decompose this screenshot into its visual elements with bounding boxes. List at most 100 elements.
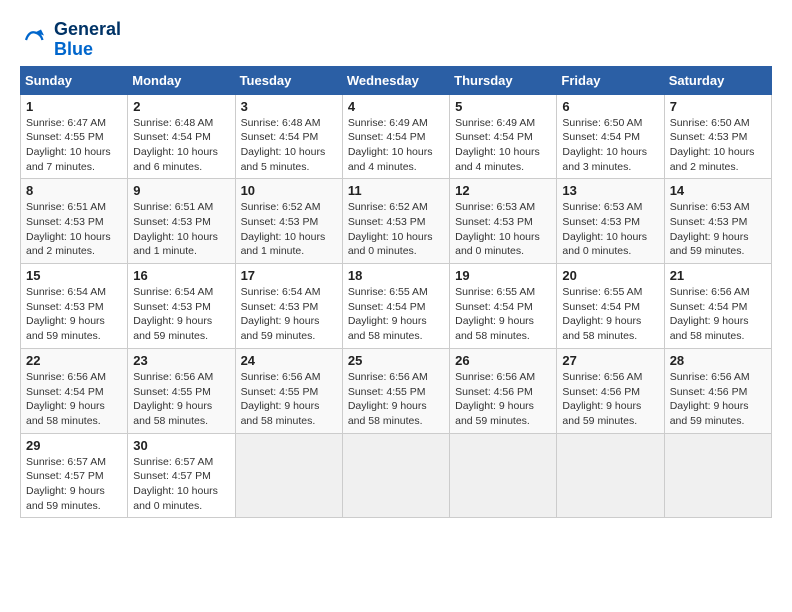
day-number: 6 <box>562 99 658 114</box>
day-number: 5 <box>455 99 551 114</box>
day-info: Sunrise: 6:56 AMSunset: 4:54 PMDaylight:… <box>670 285 766 344</box>
day-cell: 3 Sunrise: 6:48 AMSunset: 4:54 PMDayligh… <box>235 94 342 179</box>
day-info: Sunrise: 6:56 AMSunset: 4:55 PMDaylight:… <box>241 370 337 429</box>
day-number: 30 <box>133 438 229 453</box>
day-info: Sunrise: 6:50 AMSunset: 4:53 PMDaylight:… <box>670 116 766 175</box>
day-header-wednesday: Wednesday <box>342 66 449 94</box>
day-header-sunday: Sunday <box>21 66 128 94</box>
day-number: 24 <box>241 353 337 368</box>
day-info: Sunrise: 6:56 AMSunset: 4:56 PMDaylight:… <box>670 370 766 429</box>
day-cell: 12 Sunrise: 6:53 AMSunset: 4:53 PMDaylig… <box>450 179 557 264</box>
day-number: 22 <box>26 353 122 368</box>
day-info: Sunrise: 6:56 AMSunset: 4:54 PMDaylight:… <box>26 370 122 429</box>
day-cell: 10 Sunrise: 6:52 AMSunset: 4:53 PMDaylig… <box>235 179 342 264</box>
day-info: Sunrise: 6:47 AMSunset: 4:55 PMDaylight:… <box>26 116 122 175</box>
day-info: Sunrise: 6:50 AMSunset: 4:54 PMDaylight:… <box>562 116 658 175</box>
day-cell: 20 Sunrise: 6:55 AMSunset: 4:54 PMDaylig… <box>557 264 664 349</box>
day-info: Sunrise: 6:57 AMSunset: 4:57 PMDaylight:… <box>133 455 229 514</box>
day-cell: 15 Sunrise: 6:54 AMSunset: 4:53 PMDaylig… <box>21 264 128 349</box>
day-cell: 5 Sunrise: 6:49 AMSunset: 4:54 PMDayligh… <box>450 94 557 179</box>
day-number: 21 <box>670 268 766 283</box>
day-cell: 7 Sunrise: 6:50 AMSunset: 4:53 PMDayligh… <box>664 94 771 179</box>
day-number: 7 <box>670 99 766 114</box>
day-info: Sunrise: 6:56 AMSunset: 4:56 PMDaylight:… <box>455 370 551 429</box>
day-info: Sunrise: 6:54 AMSunset: 4:53 PMDaylight:… <box>133 285 229 344</box>
day-cell: 6 Sunrise: 6:50 AMSunset: 4:54 PMDayligh… <box>557 94 664 179</box>
day-cell: 13 Sunrise: 6:53 AMSunset: 4:53 PMDaylig… <box>557 179 664 264</box>
day-info: Sunrise: 6:53 AMSunset: 4:53 PMDaylight:… <box>562 200 658 259</box>
logo-text: General Blue <box>54 20 121 60</box>
calendar-table: SundayMondayTuesdayWednesdayThursdayFrid… <box>20 66 772 519</box>
day-header-tuesday: Tuesday <box>235 66 342 94</box>
day-number: 27 <box>562 353 658 368</box>
day-cell: 14 Sunrise: 6:53 AMSunset: 4:53 PMDaylig… <box>664 179 771 264</box>
day-header-friday: Friday <box>557 66 664 94</box>
day-number: 11 <box>348 183 444 198</box>
week-row-1: 1 Sunrise: 6:47 AMSunset: 4:55 PMDayligh… <box>21 94 772 179</box>
day-info: Sunrise: 6:52 AMSunset: 4:53 PMDaylight:… <box>241 200 337 259</box>
day-info: Sunrise: 6:49 AMSunset: 4:54 PMDaylight:… <box>455 116 551 175</box>
week-row-2: 8 Sunrise: 6:51 AMSunset: 4:53 PMDayligh… <box>21 179 772 264</box>
day-info: Sunrise: 6:54 AMSunset: 4:53 PMDaylight:… <box>26 285 122 344</box>
header: General Blue <box>20 20 772 60</box>
day-info: Sunrise: 6:55 AMSunset: 4:54 PMDaylight:… <box>455 285 551 344</box>
day-number: 1 <box>26 99 122 114</box>
day-cell: 28 Sunrise: 6:56 AMSunset: 4:56 PMDaylig… <box>664 348 771 433</box>
day-number: 29 <box>26 438 122 453</box>
day-cell: 21 Sunrise: 6:56 AMSunset: 4:54 PMDaylig… <box>664 264 771 349</box>
day-number: 20 <box>562 268 658 283</box>
day-number: 16 <box>133 268 229 283</box>
day-number: 19 <box>455 268 551 283</box>
day-number: 13 <box>562 183 658 198</box>
week-row-5: 29 Sunrise: 6:57 AMSunset: 4:57 PMDaylig… <box>21 433 772 518</box>
day-cell: 16 Sunrise: 6:54 AMSunset: 4:53 PMDaylig… <box>128 264 235 349</box>
logo-icon <box>20 25 50 55</box>
day-header-monday: Monday <box>128 66 235 94</box>
day-info: Sunrise: 6:56 AMSunset: 4:55 PMDaylight:… <box>133 370 229 429</box>
day-cell <box>664 433 771 518</box>
day-number: 18 <box>348 268 444 283</box>
day-info: Sunrise: 6:48 AMSunset: 4:54 PMDaylight:… <box>241 116 337 175</box>
day-info: Sunrise: 6:56 AMSunset: 4:55 PMDaylight:… <box>348 370 444 429</box>
day-cell: 9 Sunrise: 6:51 AMSunset: 4:53 PMDayligh… <box>128 179 235 264</box>
day-number: 23 <box>133 353 229 368</box>
day-number: 10 <box>241 183 337 198</box>
day-info: Sunrise: 6:55 AMSunset: 4:54 PMDaylight:… <box>562 285 658 344</box>
logo: General Blue <box>20 20 121 60</box>
day-cell <box>557 433 664 518</box>
day-header-thursday: Thursday <box>450 66 557 94</box>
day-info: Sunrise: 6:55 AMSunset: 4:54 PMDaylight:… <box>348 285 444 344</box>
day-cell: 8 Sunrise: 6:51 AMSunset: 4:53 PMDayligh… <box>21 179 128 264</box>
day-number: 28 <box>670 353 766 368</box>
day-cell: 18 Sunrise: 6:55 AMSunset: 4:54 PMDaylig… <box>342 264 449 349</box>
week-row-4: 22 Sunrise: 6:56 AMSunset: 4:54 PMDaylig… <box>21 348 772 433</box>
day-info: Sunrise: 6:53 AMSunset: 4:53 PMDaylight:… <box>455 200 551 259</box>
day-info: Sunrise: 6:56 AMSunset: 4:56 PMDaylight:… <box>562 370 658 429</box>
day-number: 4 <box>348 99 444 114</box>
day-number: 12 <box>455 183 551 198</box>
day-info: Sunrise: 6:51 AMSunset: 4:53 PMDaylight:… <box>133 200 229 259</box>
day-cell: 30 Sunrise: 6:57 AMSunset: 4:57 PMDaylig… <box>128 433 235 518</box>
day-info: Sunrise: 6:54 AMSunset: 4:53 PMDaylight:… <box>241 285 337 344</box>
day-number: 15 <box>26 268 122 283</box>
day-headers-row: SundayMondayTuesdayWednesdayThursdayFrid… <box>21 66 772 94</box>
day-cell: 26 Sunrise: 6:56 AMSunset: 4:56 PMDaylig… <box>450 348 557 433</box>
day-info: Sunrise: 6:51 AMSunset: 4:53 PMDaylight:… <box>26 200 122 259</box>
day-number: 14 <box>670 183 766 198</box>
day-cell: 11 Sunrise: 6:52 AMSunset: 4:53 PMDaylig… <box>342 179 449 264</box>
day-cell: 19 Sunrise: 6:55 AMSunset: 4:54 PMDaylig… <box>450 264 557 349</box>
day-info: Sunrise: 6:49 AMSunset: 4:54 PMDaylight:… <box>348 116 444 175</box>
day-cell: 22 Sunrise: 6:56 AMSunset: 4:54 PMDaylig… <box>21 348 128 433</box>
day-info: Sunrise: 6:53 AMSunset: 4:53 PMDaylight:… <box>670 200 766 259</box>
day-number: 26 <box>455 353 551 368</box>
day-number: 25 <box>348 353 444 368</box>
day-number: 8 <box>26 183 122 198</box>
day-cell: 2 Sunrise: 6:48 AMSunset: 4:54 PMDayligh… <box>128 94 235 179</box>
day-cell <box>235 433 342 518</box>
day-cell: 1 Sunrise: 6:47 AMSunset: 4:55 PMDayligh… <box>21 94 128 179</box>
day-cell: 29 Sunrise: 6:57 AMSunset: 4:57 PMDaylig… <box>21 433 128 518</box>
day-number: 2 <box>133 99 229 114</box>
day-cell <box>342 433 449 518</box>
day-header-saturday: Saturday <box>664 66 771 94</box>
week-row-3: 15 Sunrise: 6:54 AMSunset: 4:53 PMDaylig… <box>21 264 772 349</box>
